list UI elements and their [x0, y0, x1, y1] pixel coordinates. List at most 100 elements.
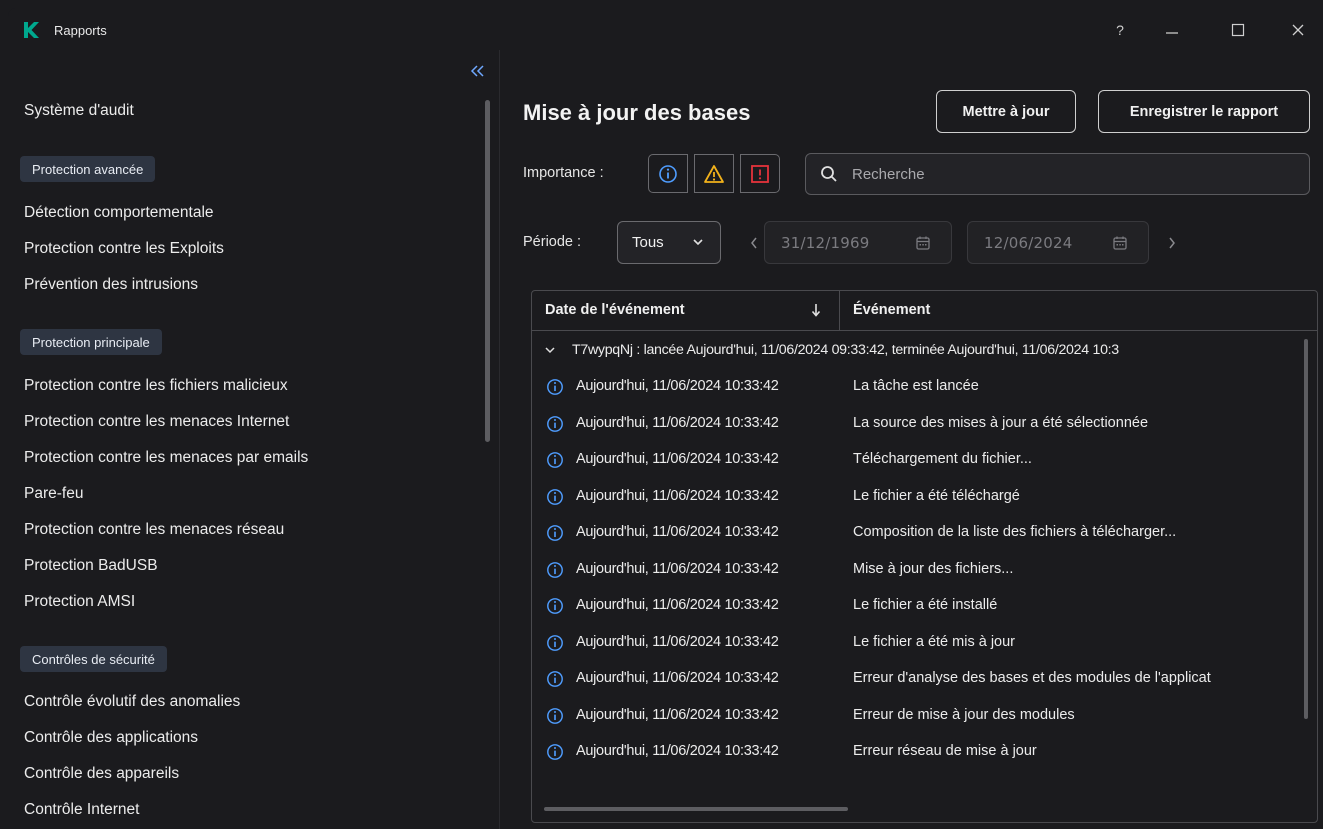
- event-description: Le fichier a été téléchargé: [853, 487, 1020, 504]
- task-group-row[interactable]: T7wypqNj : lancée Aujourd'hui, 11/06/202…: [532, 331, 1317, 369]
- table-horizontal-scrollbar[interactable]: [544, 807, 848, 811]
- info-icon: [547, 671, 563, 687]
- filter-warning-button[interactable]: [694, 154, 734, 193]
- column-divider[interactable]: [839, 291, 840, 331]
- sort-descending-icon[interactable]: [810, 301, 822, 319]
- event-date: Aujourd'hui, 11/06/2024 10:33:42: [576, 451, 779, 467]
- info-icon: [547, 561, 563, 578]
- info-icon: [547, 598, 563, 614]
- table-row[interactable]: Aujourd'hui, 11/06/2024 10:33:42 Composit…: [532, 515, 1317, 551]
- period-label: Période :: [523, 234, 582, 250]
- search-placeholder: Recherche: [852, 166, 925, 183]
- search-icon: [821, 166, 837, 182]
- date-to-field[interactable]: 12/06/2024: [967, 221, 1149, 264]
- maximize-icon: [1231, 23, 1245, 37]
- table-vertical-scrollbar[interactable]: [1304, 339, 1308, 719]
- sidebar-item-intrusion-prevention[interactable]: Prévention des intrusions: [24, 276, 198, 294]
- chevron-down-icon[interactable]: [544, 343, 556, 357]
- info-icon: [547, 415, 563, 432]
- date-to-value: 12/06/2024: [984, 233, 1073, 252]
- reports-window: Rapports ? Système d'audit Protection av…: [8, 8, 1323, 829]
- event-date: Aujourd'hui, 11/06/2024 10:33:42: [576, 560, 779, 577]
- sidebar-item-firewall[interactable]: Pare-feu: [24, 485, 83, 503]
- help-button[interactable]: ?: [1106, 18, 1134, 42]
- table-row[interactable]: Aujourd'hui, 11/06/2024 10:33:42 Le fichi…: [532, 625, 1317, 661]
- sidebar-item-mail-threat-protection[interactable]: Protection contre les menaces par emails: [24, 449, 308, 467]
- event-description: La source des mises à jour a été sélecti…: [853, 414, 1149, 431]
- info-icon: [547, 525, 563, 541]
- event-description: Le fichier a été mis à jour: [853, 633, 1015, 650]
- table-row[interactable]: Aujourd'hui, 11/06/2024 10:33:42 La tâche…: [532, 369, 1317, 405]
- sidebar-scrollbar[interactable]: [485, 100, 490, 442]
- event-date: Aujourd'hui, 11/06/2024 10:33:42: [576, 378, 779, 394]
- window-title: Rapports: [54, 23, 107, 38]
- filter-critical-button[interactable]: [740, 154, 780, 193]
- table-row[interactable]: Aujourd'hui, 11/06/2024 10:33:42 Téléchar…: [532, 442, 1317, 478]
- period-value: Tous: [632, 234, 664, 251]
- info-icon: [659, 164, 677, 183]
- sidebar-item-application-control[interactable]: Contrôle des applications: [24, 729, 198, 747]
- title-bar: Rapports ?: [8, 8, 1323, 50]
- sidebar-group-essential-protection: Protection principale: [20, 329, 162, 355]
- sidebar-item-audit[interactable]: Système d'audit: [24, 102, 134, 120]
- sidebar-item-device-control[interactable]: Contrôle des appareils: [24, 765, 179, 783]
- next-period-icon[interactable]: [1167, 236, 1177, 250]
- table-row[interactable]: Aujourd'hui, 11/06/2024 10:33:42 La sourc…: [532, 406, 1317, 442]
- event-date: Aujourd'hui, 11/06/2024 10:33:42: [576, 414, 779, 431]
- info-icon: [547, 452, 563, 468]
- event-description: Mise à jour des fichiers...: [853, 560, 1014, 577]
- collapse-sidebar-icon[interactable]: [470, 64, 486, 78]
- sidebar-group-advanced-protection: Protection avancée: [20, 156, 156, 182]
- table-row[interactable]: Aujourd'hui, 11/06/2024 10:33:42 Erreur d…: [532, 661, 1317, 697]
- sidebar-item-behavior-detection[interactable]: Détection comportementale: [24, 204, 214, 222]
- info-icon: [547, 707, 563, 724]
- event-description: Erreur de mise à jour des modules: [853, 706, 1075, 723]
- sidebar-item-exploit-prevention[interactable]: Protection contre les Exploits: [24, 240, 224, 258]
- filter-info-button[interactable]: [648, 154, 688, 193]
- event-description: Erreur d'analyse des bases et des module…: [853, 670, 1211, 686]
- sidebar-item-adaptive-anomaly-control[interactable]: Contrôle évolutif des anomalies: [24, 693, 240, 711]
- event-date: Aujourd'hui, 11/06/2024 10:33:42: [576, 706, 779, 723]
- sidebar-item-badusb-protection[interactable]: Protection BadUSB: [24, 557, 158, 575]
- page-title: Mise à jour des bases: [523, 100, 751, 125]
- column-header-event[interactable]: Événement: [853, 302, 930, 318]
- event-description: Le fichier a été installé: [853, 597, 998, 613]
- event-description: La tâche est lancée: [853, 378, 979, 394]
- event-date: Aujourd'hui, 11/06/2024 10:33:42: [576, 597, 779, 613]
- main-panel: Mise à jour des bases Mettre à jour Enre…: [501, 50, 1323, 829]
- column-header-event-date[interactable]: Date de l'événement: [545, 302, 685, 318]
- sidebar-group-security-controls: Contrôles de sécurité: [20, 646, 167, 672]
- sidebar-item-amsi-protection[interactable]: Protection AMSI: [24, 593, 135, 611]
- event-date: Aujourd'hui, 11/06/2024 10:33:42: [576, 524, 779, 540]
- task-group-text: T7wypqNj : lancée Aujourd'hui, 11/06/202…: [572, 342, 1119, 358]
- previous-period-icon[interactable]: [749, 236, 759, 250]
- update-button[interactable]: Mettre à jour: [936, 90, 1076, 133]
- table-row[interactable]: Aujourd'hui, 11/06/2024 10:33:42 Le fichi…: [532, 479, 1317, 515]
- close-icon: [1292, 24, 1304, 36]
- sidebar-item-web-control[interactable]: Contrôle Internet: [24, 801, 139, 819]
- date-from-field[interactable]: 31/12/1969: [764, 221, 952, 264]
- save-report-button[interactable]: Enregistrer le rapport: [1098, 90, 1310, 133]
- table-row[interactable]: Aujourd'hui, 11/06/2024 10:33:42 Erreur d…: [532, 698, 1317, 734]
- maximize-button[interactable]: [1224, 18, 1252, 42]
- calendar-icon: [916, 236, 930, 250]
- table-row[interactable]: Aujourd'hui, 11/06/2024 10:33:42 Erreur r…: [532, 734, 1317, 770]
- calendar-icon: [1113, 236, 1127, 250]
- search-input[interactable]: Recherche: [805, 153, 1310, 195]
- kaspersky-logo-icon: [24, 22, 39, 38]
- event-description: Téléchargement du fichier...: [853, 451, 1032, 467]
- events-table: Date de l'événement Événement T7wypqNj :…: [531, 290, 1318, 823]
- critical-icon: [751, 164, 769, 183]
- event-date: Aujourd'hui, 11/06/2024 10:33:42: [576, 743, 779, 759]
- event-description: Erreur réseau de mise à jour: [853, 743, 1037, 759]
- sidebar-item-file-threat-protection[interactable]: Protection contre les fichiers malicieux: [24, 377, 288, 395]
- table-row[interactable]: Aujourd'hui, 11/06/2024 10:33:42 Mise à j…: [532, 552, 1317, 588]
- info-icon: [547, 634, 563, 651]
- minimize-button[interactable]: [1158, 18, 1186, 42]
- sidebar-item-network-threat-protection[interactable]: Protection contre les menaces réseau: [24, 521, 284, 539]
- table-row[interactable]: Aujourd'hui, 11/06/2024 10:33:42 Le fichi…: [532, 588, 1317, 624]
- warning-icon: [704, 164, 724, 183]
- close-button[interactable]: [1284, 18, 1312, 42]
- period-select[interactable]: Tous: [617, 221, 721, 264]
- sidebar-item-web-threat-protection[interactable]: Protection contre les menaces Internet: [24, 413, 289, 431]
